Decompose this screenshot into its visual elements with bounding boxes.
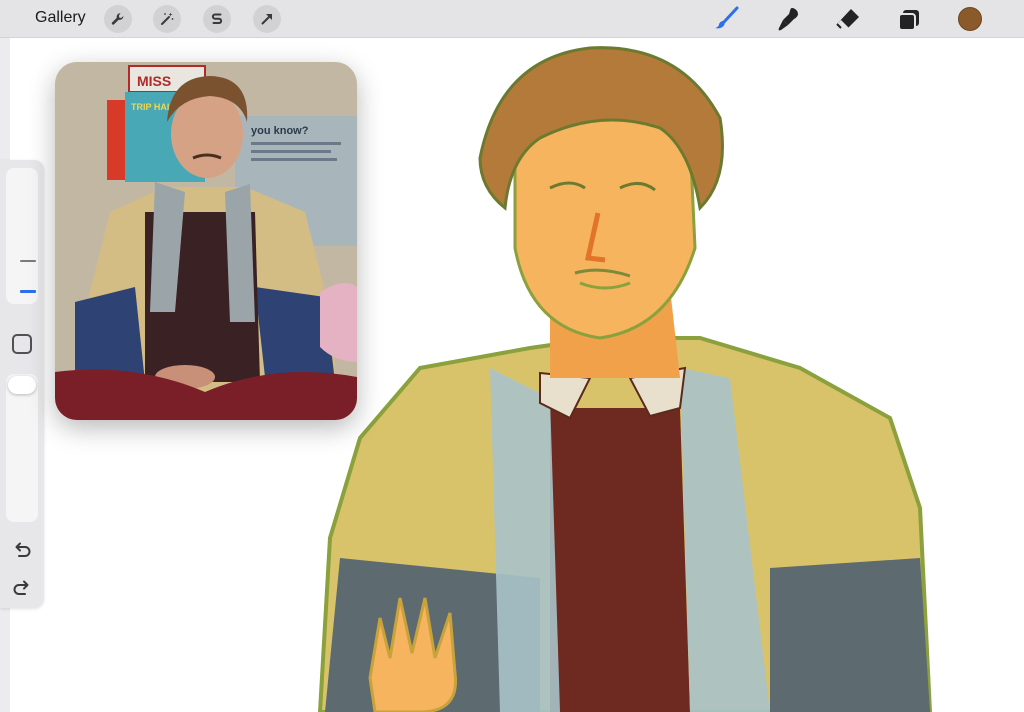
poster-red <box>107 100 125 180</box>
gallery-button[interactable]: Gallery <box>35 9 86 27</box>
color-picker-swatch[interactable] <box>958 7 982 31</box>
brush-size-thumb[interactable] <box>20 290 36 293</box>
poster-know-text: you know? <box>251 125 309 137</box>
reference-photo: MISS TRIP HAL you know? <box>55 62 357 420</box>
undo-icon[interactable] <box>11 540 33 562</box>
jacket-lower-right <box>770 558 930 712</box>
opacity-thumb[interactable] <box>8 376 36 394</box>
magic-wand-icon[interactable] <box>153 5 181 33</box>
brush-icon[interactable] <box>712 5 742 33</box>
poster-line-2 <box>251 150 331 153</box>
size-mark <box>20 260 36 262</box>
redo-icon[interactable] <box>11 578 33 600</box>
opacity-slider[interactable] <box>6 374 38 522</box>
selection-s-icon[interactable] <box>203 5 231 33</box>
photo-scarf-right <box>225 184 255 322</box>
poster-miss-text: MISS <box>137 73 171 89</box>
wrench-icon[interactable] <box>104 5 132 33</box>
layers-icon[interactable] <box>894 5 924 33</box>
side-control-panel <box>0 160 44 608</box>
eraser-icon[interactable] <box>833 5 863 33</box>
sweater-shape <box>550 408 690 712</box>
arrow-transform-icon[interactable] <box>253 5 281 33</box>
poster-line-1 <box>251 142 341 145</box>
brush-size-slider[interactable] <box>6 168 38 304</box>
poster-line-3 <box>251 158 337 161</box>
reference-window[interactable]: MISS TRIP HAL you know? <box>55 62 357 420</box>
top-toolbar: Gallery <box>0 0 1024 38</box>
poster-trip-text: TRIP HAL <box>131 102 173 112</box>
scarf-left <box>490 368 560 712</box>
smudge-icon[interactable] <box>773 5 803 33</box>
canvas-artwork[interactable] <box>300 38 1024 712</box>
photo-pink-sleeve <box>320 283 357 362</box>
modify-square-icon[interactable] <box>12 334 32 354</box>
